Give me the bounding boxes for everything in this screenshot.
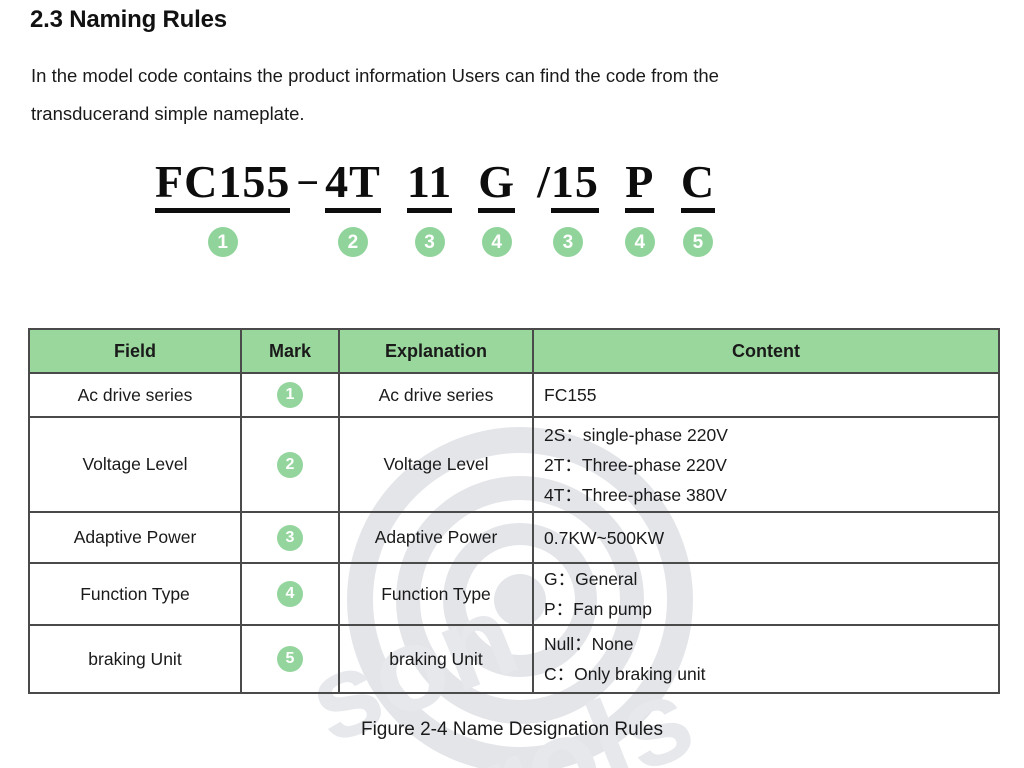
naming-rules-table: Field Mark Explanation Content Ac drive …: [28, 328, 1000, 694]
code-text-5: 15: [550, 158, 599, 213]
code-text-1: FC155: [155, 158, 291, 213]
table-row: Adaptive Power 3 Adaptive Power 0.7KW~50…: [28, 511, 1000, 564]
mark-badge: 2: [277, 451, 303, 478]
cell-explanation: Voltage Level: [338, 416, 534, 513]
cell-content: 0.7KW~500KW: [532, 511, 1000, 564]
table-header-row: Field Mark Explanation Content: [28, 328, 1000, 374]
table-row: Function Type 4 Function Type G：General …: [28, 562, 1000, 626]
column-header-mark: Mark: [240, 328, 340, 374]
cell-mark: 2: [240, 416, 340, 513]
code-segment-5: /15 3: [537, 158, 599, 257]
content-line: C：Only braking unit: [544, 664, 706, 684]
cell-content: Null：None C：Only braking unit: [532, 624, 1000, 694]
code-text-3: 11: [406, 158, 453, 213]
code-separator: −: [296, 160, 320, 205]
content-line: 2S：single-phase 220V: [544, 424, 728, 445]
content-line: 2T：Three-phase 220V: [544, 454, 727, 475]
column-header-content: Content: [532, 328, 1000, 374]
mark-badge: 1: [277, 382, 303, 408]
code-text-6: P: [625, 158, 655, 213]
cell-field: braking Unit: [28, 624, 242, 694]
code-text-2: 4T: [325, 158, 381, 213]
code-badge-7: 5: [682, 227, 713, 257]
cell-field: Voltage Level: [28, 416, 242, 513]
page-title: 2.3 Naming Rules: [30, 6, 227, 33]
code-text-7: C: [680, 158, 716, 213]
content-line: FC155: [544, 385, 597, 405]
code-text-4: G: [478, 158, 516, 213]
content-line: P：Fan pump: [544, 599, 652, 619]
mark-badge: 3: [277, 524, 303, 551]
cell-content: FC155: [532, 372, 1000, 418]
mark-badge: 4: [277, 581, 303, 607]
cell-mark: 4: [240, 562, 340, 626]
content-line: G：General: [544, 569, 638, 589]
cell-explanation: Function Type: [338, 562, 534, 626]
intro-paragraph: In the model code contains the product i…: [31, 57, 981, 133]
figure-caption: Figure 2-4 Name Designation Rules: [360, 719, 664, 740]
code-badge-2: 2: [337, 227, 368, 257]
code-badge-4: 4: [481, 227, 512, 257]
code-badge-5: 3: [552, 227, 583, 257]
document-page: 2.3 Naming Rules In the model code conta…: [0, 0, 1024, 768]
intro-line-2: transducerand simple nameplate.: [31, 103, 305, 124]
content-line: Null：None: [544, 634, 634, 654]
model-code-diagram: FC155 1 − 4T 2 11 3 G 4 /15 3 P 4 C 5: [155, 158, 716, 257]
cell-field: Adaptive Power: [28, 511, 242, 564]
mark-badge: 5: [277, 646, 303, 672]
code-prefix-5: /: [537, 156, 551, 207]
content-line: 4T：Three-phase 380V: [544, 484, 727, 505]
cell-mark: 3: [240, 511, 340, 564]
column-header-explanation: Explanation: [338, 328, 534, 374]
cell-mark: 5: [240, 624, 340, 694]
code-badge-3: 3: [414, 227, 445, 257]
intro-line-1: In the model code contains the product i…: [31, 65, 719, 86]
code-badge-1: 1: [207, 227, 238, 257]
content-line: 0.7KW~500KW: [544, 527, 665, 548]
code-segment-2: 4T 2: [325, 158, 381, 257]
cell-explanation: Ac drive series: [338, 372, 534, 418]
table-row: braking Unit 5 braking Unit Null：None C：…: [28, 624, 1000, 694]
cell-field: Ac drive series: [28, 372, 242, 418]
code-segment-6: P 4: [624, 158, 655, 257]
table-row: Ac drive series 1 Ac drive series FC155: [28, 372, 1000, 418]
column-header-field: Field: [28, 328, 242, 374]
cell-explanation: Adaptive Power: [338, 511, 534, 564]
cell-content: G：General P：Fan pump: [532, 562, 1000, 626]
code-segment-4: G 4: [478, 158, 516, 257]
code-segment-1: FC155 1: [155, 158, 291, 257]
table-row: Voltage Level 2 Voltage Level 2S：single-…: [28, 416, 1000, 513]
cell-mark: 1: [240, 372, 340, 418]
code-badge-6: 4: [624, 227, 655, 257]
cell-field: Function Type: [28, 562, 242, 626]
code-segment-3: 11 3: [406, 158, 453, 257]
cell-content: 2S：single-phase 220V 2T：Three-phase 220V…: [532, 416, 1000, 513]
code-segment-7: C 5: [680, 158, 716, 257]
cell-explanation: braking Unit: [338, 624, 534, 694]
